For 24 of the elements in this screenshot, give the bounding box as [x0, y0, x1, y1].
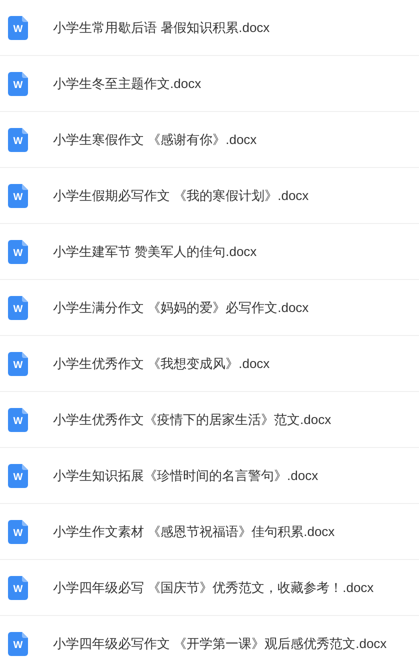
document-icon: W: [8, 464, 28, 488]
file-name[interactable]: 小学生寒假作文 《感谢有你》.docx: [53, 130, 257, 148]
document-icon: W: [8, 240, 28, 264]
document-icon: W: [8, 296, 28, 320]
document-icon: W: [8, 128, 28, 152]
document-icon: W: [8, 408, 28, 432]
file-name[interactable]: 小学生满分作文 《妈妈的爱》必写作文.docx: [53, 298, 309, 316]
document-icon: W: [8, 184, 28, 208]
file-name[interactable]: 小学生优秀作文 《我想变成风》.docx: [53, 354, 270, 372]
file-name[interactable]: 小学生作文素材 《感恩节祝福语》佳句积累.docx: [53, 522, 335, 540]
file-name[interactable]: 小学四年级必写 《国庆节》优秀范文，收藏参考！.docx: [53, 578, 374, 596]
file-name[interactable]: 小学生知识拓展《珍惜时间的名言警句》.docx: [53, 466, 318, 484]
file-name[interactable]: 小学四年级必写作文 《开学第一课》观后感优秀范文.docx: [53, 634, 387, 652]
file-name[interactable]: 小学生建军节 赞美军人的佳句.docx: [53, 242, 257, 260]
document-icon: W: [8, 632, 28, 656]
file-name[interactable]: 小学生假期必写作文 《我的寒假计划》.docx: [53, 186, 309, 204]
file-name[interactable]: 小学生冬至主题作文.docx: [53, 74, 202, 92]
document-icon: W: [8, 16, 28, 40]
document-icon: W: [8, 72, 28, 96]
document-icon: W: [8, 576, 28, 600]
file-name[interactable]: 小学生优秀作文《疫情下的居家生活》范文.docx: [53, 410, 332, 428]
file-name[interactable]: 小学生常用歇后语 暑假知识积累.docx: [53, 18, 270, 36]
document-icon: W: [8, 352, 28, 376]
document-icon: W: [8, 520, 28, 544]
